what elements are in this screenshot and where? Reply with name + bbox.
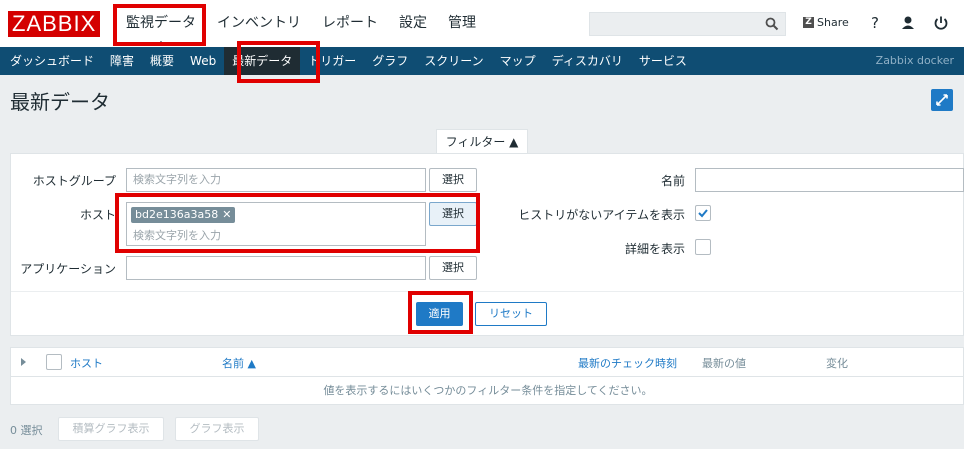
page-title: 最新データ xyxy=(10,90,110,114)
nav-monitoring[interactable]: 監視データ xyxy=(118,0,204,47)
help-icon[interactable]: ? xyxy=(866,14,884,32)
search-icon[interactable] xyxy=(765,17,779,31)
table-header: ホスト 名前 ▲ 最新のチェック時刻 最新の値 変化 xyxy=(11,348,964,377)
select-all-checkbox[interactable] xyxy=(46,354,62,370)
host-label: ホスト xyxy=(79,208,116,222)
application-select-button[interactable]: 選択 xyxy=(429,256,477,280)
host-tag: bd2e136a3a58 ✕ xyxy=(131,207,236,223)
application-label: アプリケーション xyxy=(20,262,116,276)
nav-reports[interactable]: レポート xyxy=(314,0,386,47)
subnav-web[interactable]: Web xyxy=(182,47,224,75)
share-logo-icon: Z xyxy=(803,17,814,28)
subnav-screens[interactable]: スクリーン xyxy=(416,47,491,75)
subnav-graphs[interactable]: グラフ xyxy=(364,47,416,75)
sub-nav: ダッシュボード 障害 概要 Web 最新データ トリガー グラフ スクリーン マ… xyxy=(0,47,964,75)
subnav-dashboard[interactable]: ダッシュボード xyxy=(2,47,102,75)
reset-button[interactable]: リセット xyxy=(475,302,547,326)
latest-data-table: ホスト 名前 ▲ 最新のチェック時刻 最新の値 変化 値を表示するにはいくつかの… xyxy=(10,347,964,405)
global-search-input[interactable] xyxy=(589,12,786,36)
column-last-value: 最新の値 xyxy=(702,357,746,370)
host-tag-text: bd2e136a3a58 xyxy=(135,208,219,221)
sign-out-icon[interactable] xyxy=(932,14,950,32)
zabbix-logo[interactable]: ZABBIX xyxy=(8,11,101,37)
subnav-triggers[interactable]: トリガー xyxy=(300,47,364,75)
fullscreen-icon xyxy=(936,94,948,106)
nav-inventory[interactable]: インベントリ xyxy=(209,0,309,47)
checkmark-icon xyxy=(698,209,708,218)
host-group-input[interactable]: 検索文字列を入力 xyxy=(126,168,426,192)
column-host[interactable]: ホスト xyxy=(70,355,103,371)
host-placeholder[interactable]: 検索文字列を入力 xyxy=(133,227,221,243)
host-select-button[interactable]: 選択 xyxy=(429,202,477,226)
graph-button[interactable]: グラフ表示 xyxy=(175,417,259,441)
share-label: Share xyxy=(817,16,849,29)
subnav-latest-data[interactable]: 最新データ xyxy=(224,47,301,75)
fullscreen-button[interactable] xyxy=(931,89,953,111)
share-button[interactable]: Z Share xyxy=(803,16,849,29)
name-input[interactable] xyxy=(695,168,964,192)
subnav-overview[interactable]: 概要 xyxy=(142,47,182,75)
filter-tab[interactable]: フィルター ▲ xyxy=(436,129,528,154)
expand-all-icon[interactable] xyxy=(21,358,26,366)
column-name[interactable]: 名前 ▲ xyxy=(222,355,256,371)
main-nav: 監視データ インベントリ レポート 設定 管理 xyxy=(118,0,489,47)
apply-button[interactable]: 適用 xyxy=(416,302,463,326)
selected-count: 0 選択 xyxy=(10,424,43,437)
host-group-label: ホストグループ xyxy=(32,174,116,188)
empty-message: 値を表示するにはいくつかのフィルター条件を指定してください。 xyxy=(323,384,653,397)
filter-divider xyxy=(11,291,964,292)
user-profile-icon[interactable] xyxy=(899,14,917,32)
nav-administration[interactable]: 管理 xyxy=(440,0,484,47)
remove-tag-icon[interactable]: ✕ xyxy=(222,208,231,221)
host-group-select-button[interactable]: 選択 xyxy=(429,168,477,192)
subnav-problems[interactable]: 障害 xyxy=(102,47,142,75)
name-label: 名前 xyxy=(660,174,685,188)
stacked-graph-button[interactable]: 積算グラフ表示 xyxy=(58,417,164,441)
nav-configuration[interactable]: 設定 xyxy=(391,0,435,47)
subnav-discovery[interactable]: ディスカバリ xyxy=(544,47,631,75)
column-change: 変化 xyxy=(826,357,848,370)
host-multiselect[interactable]: bd2e136a3a58 ✕ 検索文字列を入力 xyxy=(126,202,426,246)
show-without-history-checkbox[interactable] xyxy=(695,205,711,221)
column-last-check[interactable]: 最新のチェック時刻 xyxy=(578,355,677,371)
server-name: Zabbix docker xyxy=(875,54,954,67)
show-details-label: 詳細を表示 xyxy=(624,242,685,256)
application-input[interactable] xyxy=(126,256,426,280)
subnav-maps[interactable]: マップ xyxy=(492,47,544,75)
show-without-history-label: ヒストリがないアイテムを表示 xyxy=(518,208,685,222)
subnav-services[interactable]: サービス xyxy=(631,47,695,75)
show-details-checkbox[interactable] xyxy=(695,239,711,255)
top-header: ZABBIX 監視データ インベントリ レポート 設定 管理 Z Share ? xyxy=(0,0,964,47)
